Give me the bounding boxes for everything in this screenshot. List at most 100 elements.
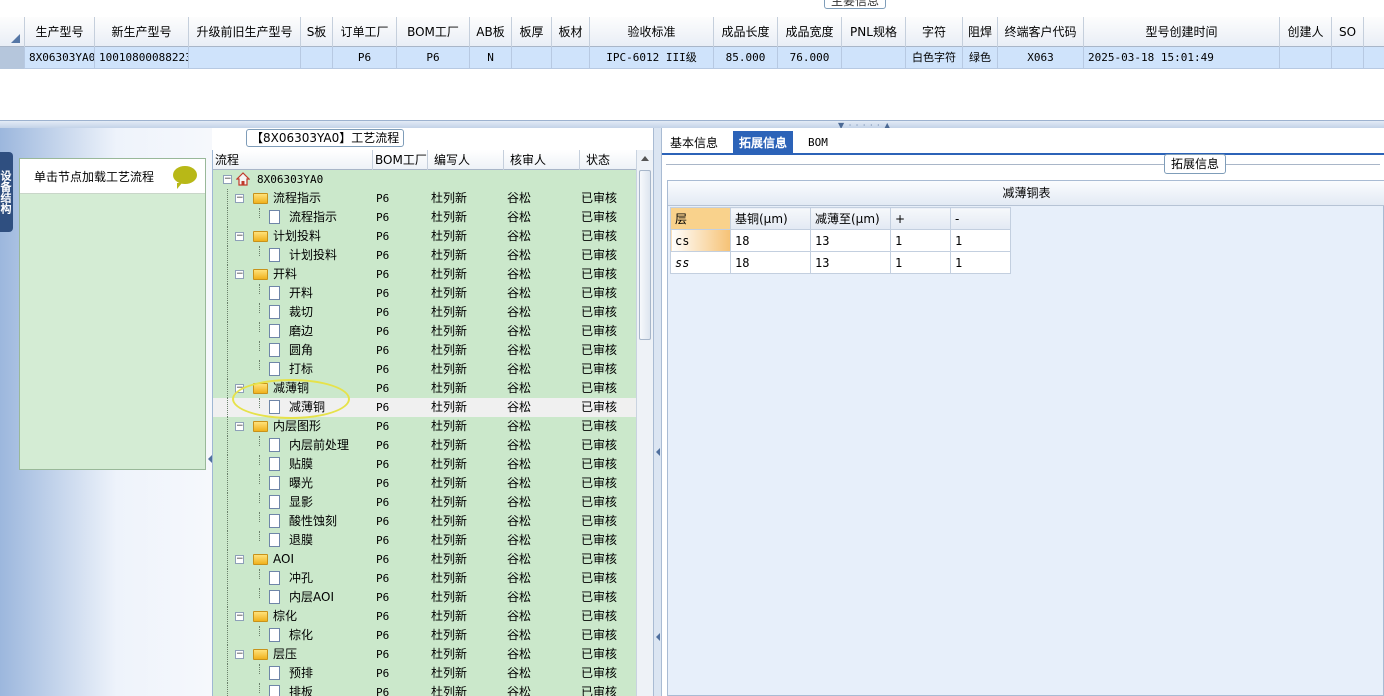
grid-column-header[interactable]: 板厚 <box>512 17 552 47</box>
table-row[interactable]: ss 18 13 1 1 <box>670 251 1011 274</box>
tree-scrollbar[interactable] <box>636 150 653 696</box>
grid-column-header[interactable]: 成品宽度 <box>778 17 842 47</box>
tree-leaf-row[interactable]: 棕化 P6 杜列新 谷松 已审核 <box>213 626 637 645</box>
cell-thin-to[interactable]: 13 <box>810 251 891 274</box>
tab-extended-info[interactable]: 拓展信息 <box>733 131 794 155</box>
tree-leaf-row[interactable]: 贴膜 P6 杜列新 谷松 已审核 <box>213 455 637 474</box>
cell-base-copper[interactable]: 18 <box>730 229 811 252</box>
tree-leaf-row[interactable]: 流程指示 P6 杜列新 谷松 已审核 <box>213 208 637 227</box>
tree-group-row[interactable]: − 流程指示 P6 杜列新 谷松 已审核 <box>213 189 637 208</box>
col-flow[interactable]: 流程 <box>213 150 373 170</box>
grid-column-header[interactable]: PNL规格 <box>842 17 906 47</box>
table-row[interactable]: cs 18 13 1 1 <box>670 229 1011 252</box>
tree-leaf-row[interactable]: 显影 P6 杜列新 谷松 已审核 <box>213 493 637 512</box>
table-row[interactable]: 8X06303YA0 10010800088223 P6 P6 N IPC-6012 II… <box>0 47 1384 69</box>
grid-column-header[interactable]: 阻焊 <box>963 17 998 47</box>
tree-leaf-row[interactable]: 磨边 P6 杜列新 谷松 已审核 <box>213 322 637 341</box>
grid-cell[interactable] <box>552 47 590 69</box>
collapse-icon[interactable]: − <box>235 422 244 431</box>
tree-leaf-row[interactable]: 圆角 P6 杜列新 谷松 已审核 <box>213 341 637 360</box>
grid-cell[interactable]: 10010800088223 <box>95 47 189 69</box>
scroll-up-icon[interactable] <box>641 156 649 161</box>
grid-cell[interactable]: IPC-6012 III级 <box>590 47 714 69</box>
grid-column-header[interactable]: BOM工厂 <box>397 17 470 47</box>
cell-thin-to[interactable]: 13 <box>810 229 891 252</box>
collapse-arrow-icon[interactable] <box>656 448 660 456</box>
tree-group-row[interactable]: − 开料 P6 杜列新 谷松 已审核 <box>213 265 637 284</box>
grid-cell[interactable] <box>842 47 906 69</box>
collapse-arrow-icon[interactable] <box>656 633 660 641</box>
header-plus[interactable]: + <box>890 207 951 230</box>
device-structure-tab[interactable]: 设备结构 <box>0 152 13 232</box>
grid-cell[interactable] <box>512 47 552 69</box>
grid-cell[interactable]: N <box>470 47 512 69</box>
grid-cell[interactable] <box>1332 47 1364 69</box>
grid-cell[interactable]: 白色字符 <box>906 47 963 69</box>
grid-column-header[interactable]: 字符 <box>906 17 963 47</box>
grid-column-header[interactable]: 新生产型号 <box>95 17 189 47</box>
grid-column-header[interactable]: SO <box>1332 17 1364 47</box>
tree-leaf-row[interactable]: 冲孔 P6 杜列新 谷松 已审核 <box>213 569 637 588</box>
grid-column-header[interactable]: 终端客户代码 <box>998 17 1084 47</box>
row-selector[interactable] <box>0 47 25 69</box>
collapse-icon[interactable]: − <box>235 270 244 279</box>
grid-column-header[interactable]: 板材 <box>552 17 590 47</box>
tree-leaf-row[interactable]: 排板 P6 杜列新 谷松 已审核 <box>213 683 637 696</box>
header-base-copper[interactable]: 基铜(μm) <box>730 207 811 230</box>
header-layer[interactable]: 层 <box>670 207 731 230</box>
cell-minus[interactable]: 1 <box>950 229 1011 252</box>
tree-group-row[interactable]: − AOI P6 杜列新 谷松 已审核 <box>213 550 637 569</box>
tree-leaf-row[interactable]: 开料 P6 杜列新 谷松 已审核 <box>213 284 637 303</box>
col-status[interactable]: 状态 <box>580 150 637 170</box>
grid-column-header[interactable]: 验收标准 <box>590 17 714 47</box>
collapse-icon[interactable]: − <box>235 232 244 241</box>
tree-leaf-row[interactable]: 内层AOI P6 杜列新 谷松 已审核 <box>213 588 637 607</box>
tree-leaf-row[interactable]: 打标 P6 杜列新 谷松 已审核 <box>213 360 637 379</box>
tab-bom[interactable]: BOM <box>802 131 834 155</box>
tree-group-row[interactable]: − 内层图形 P6 杜列新 谷松 已审核 <box>213 417 637 436</box>
grid-column-header[interactable]: AB板 <box>470 17 512 47</box>
grid-column-header[interactable]: 升级前旧生产型号 <box>189 17 301 47</box>
hint-bar[interactable]: 单击节点加载工艺流程 <box>20 159 205 194</box>
grid-cell[interactable]: P6 <box>397 47 470 69</box>
horizontal-splitter[interactable]: ▼ · · · · · ▲ <box>0 120 1384 130</box>
grid-cell[interactable] <box>189 47 301 69</box>
cell-minus[interactable]: 1 <box>950 251 1011 274</box>
grid-cell[interactable]: X063 <box>998 47 1084 69</box>
tab-basic-info[interactable]: 基本信息 <box>664 131 724 155</box>
col-reviewer[interactable]: 核审人 <box>504 150 580 170</box>
collapse-icon[interactable]: − <box>223 175 232 184</box>
collapse-icon[interactable]: − <box>235 555 244 564</box>
grid-column-header[interactable]: 成品长度 <box>714 17 778 47</box>
grid-cell[interactable]: 8X06303YA0 <box>25 47 95 69</box>
collapse-icon[interactable]: − <box>235 650 244 659</box>
tree-leaf-row[interactable]: 裁切 P6 杜列新 谷松 已审核 <box>213 303 637 322</box>
grid-cell[interactable]: 76.000 <box>778 47 842 69</box>
cell-base-copper[interactable]: 18 <box>730 251 811 274</box>
grid-cell[interactable] <box>1280 47 1332 69</box>
tree-leaf-row[interactable]: 退膜 P6 杜列新 谷松 已审核 <box>213 531 637 550</box>
grid-column-header[interactable]: 创建人 <box>1280 17 1332 47</box>
tree-leaf-row[interactable]: 酸性蚀刻 P6 杜列新 谷松 已审核 <box>213 512 637 531</box>
grid-column-header[interactable]: 型号创建时间 <box>1084 17 1280 47</box>
cell-layer[interactable]: ss <box>670 251 731 274</box>
cell-plus[interactable]: 1 <box>890 251 951 274</box>
grid-cell[interactable]: P6 <box>333 47 397 69</box>
tree-group-row[interactable]: − 棕化 P6 杜列新 谷松 已审核 <box>213 607 637 626</box>
tree-group-row[interactable]: − 计划投料 P6 杜列新 谷松 已审核 <box>213 227 637 246</box>
collapse-icon[interactable]: − <box>235 194 244 203</box>
grid-column-header[interactable]: S板 <box>301 17 333 47</box>
grid-column-header[interactable]: 生产型号 <box>25 17 95 47</box>
grid-cell[interactable] <box>301 47 333 69</box>
grid-cell[interactable]: 绿色 <box>963 47 998 69</box>
header-minus[interactable]: - <box>950 207 1011 230</box>
tree-leaf-row[interactable]: 计划投料 P6 杜列新 谷松 已审核 <box>213 246 637 265</box>
header-thin-to[interactable]: 减薄至(μm) <box>810 207 891 230</box>
collapse-icon[interactable]: − <box>235 612 244 621</box>
grid-column-header[interactable]: 订单工厂 <box>333 17 397 47</box>
cell-plus[interactable]: 1 <box>890 229 951 252</box>
tree-leaf-row[interactable]: 曝光 P6 杜列新 谷松 已审核 <box>213 474 637 493</box>
tree-group-row[interactable]: − 层压 P6 杜列新 谷松 已审核 <box>213 645 637 664</box>
grid-cell[interactable]: 2025-03-18 15:01:49 <box>1084 47 1280 69</box>
tree-leaf-row[interactable]: 内层前处理 P6 杜列新 谷松 已审核 <box>213 436 637 455</box>
